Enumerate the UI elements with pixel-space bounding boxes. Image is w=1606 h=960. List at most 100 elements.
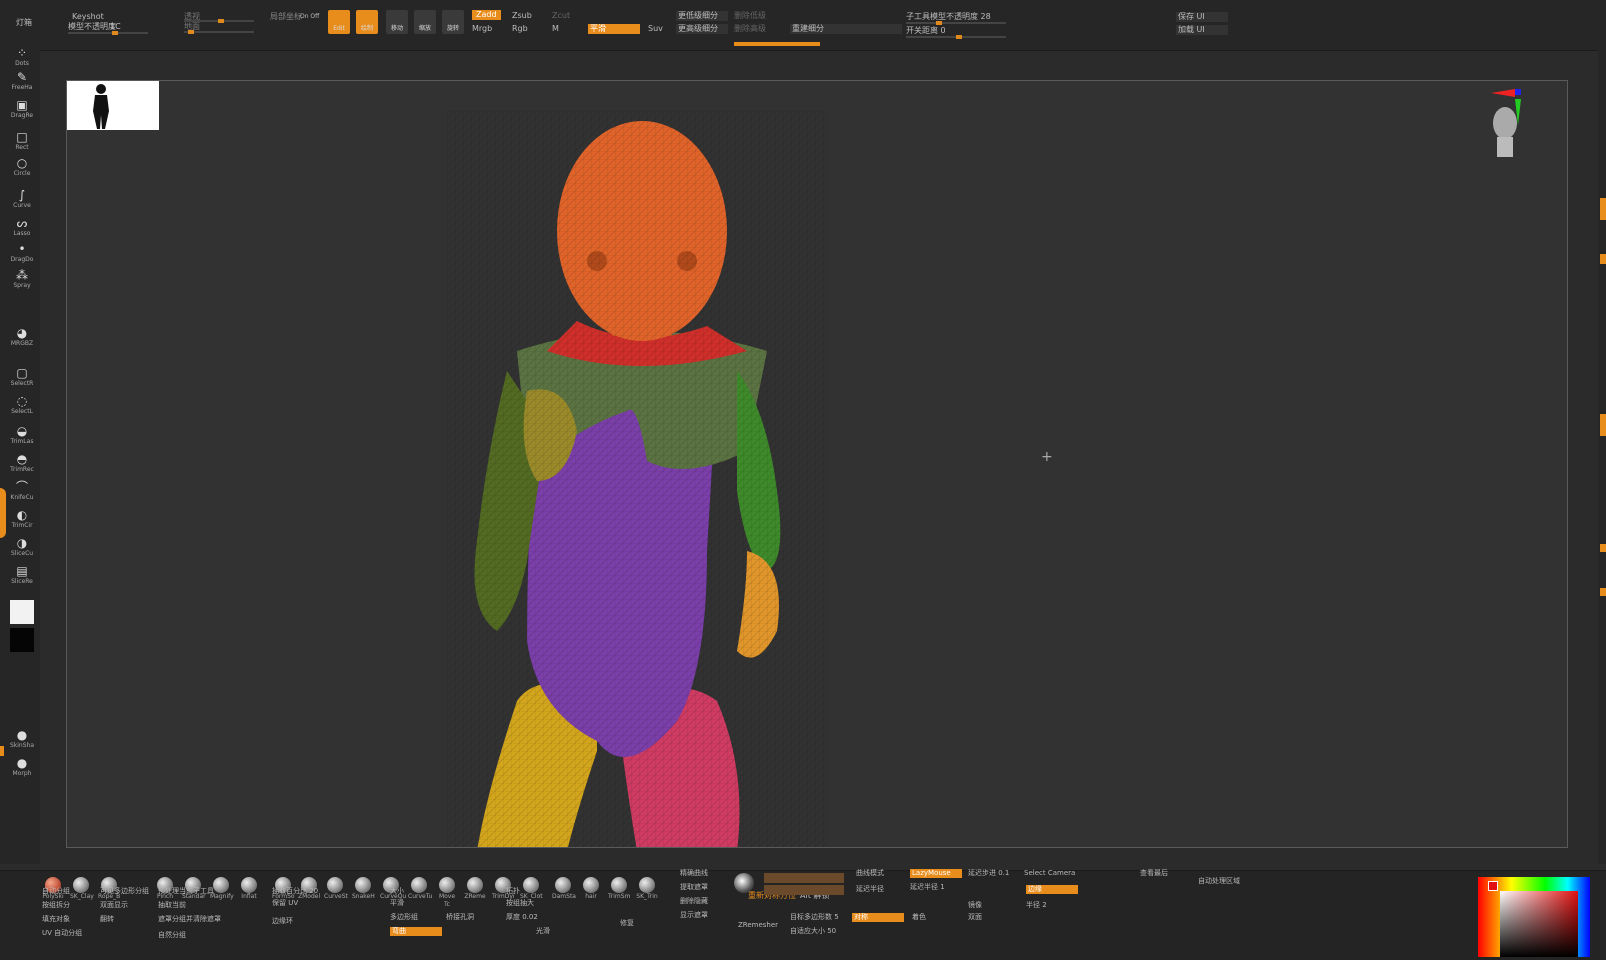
size-slider[interactable]: 大小 — [390, 887, 404, 896]
show-mask-button[interactable]: 显示遮罩 — [680, 911, 708, 920]
tool-skinshade[interactable]: ● SkinSha — [8, 728, 36, 749]
tool-slicecurve[interactable]: ◑ SliceCu — [8, 536, 36, 557]
extract-current-button[interactable]: 抽取当前 — [158, 901, 186, 910]
polygroup-button[interactable]: 多边形组 — [390, 913, 418, 922]
tool-selectrect[interactable]: ▢ SelectR — [8, 366, 36, 387]
character-model[interactable] — [447, 111, 827, 848]
color-picker-marker[interactable] — [1488, 881, 1498, 891]
higher-sub-button[interactable]: 更高级细分 — [676, 24, 728, 34]
tool-selectlasso[interactable]: ◌ SelectL — [8, 394, 36, 415]
right-shelf-active-2[interactable] — [1600, 254, 1606, 264]
orientation-gizmo-icon[interactable] — [1485, 85, 1545, 165]
color-picker[interactable] — [1478, 877, 1590, 957]
move-button[interactable]: 移动 — [386, 10, 408, 34]
lightbox-button[interactable]: 灯箱 — [16, 18, 32, 28]
draw-button[interactable]: 绘制 — [356, 10, 378, 34]
right-shelf-active[interactable] — [1600, 198, 1606, 220]
del-higher-button[interactable]: 删除高级 — [734, 24, 766, 34]
tool-freehand[interactable]: ✎ FreeHa — [8, 70, 36, 91]
main-color-swatch[interactable] — [10, 600, 34, 624]
preprocess-subtool-button[interactable]: 预处理当前子工具 — [158, 887, 214, 896]
mask-group-clear-button[interactable]: 遮罩分组并清除遮罩 — [158, 915, 221, 924]
brush-sk-trim[interactable]: SK_Trin — [636, 877, 658, 901]
double-sided-toggle[interactable]: 双面显示 — [100, 901, 128, 910]
tool-circle[interactable]: ○ Circle — [8, 156, 36, 177]
fill-object-button[interactable]: 填充对象 — [42, 915, 70, 924]
delete-hidden-button[interactable]: 删除隐藏 — [680, 897, 708, 906]
floor-slider[interactable] — [184, 30, 254, 34]
group-split-button[interactable]: 按组拆分 — [42, 901, 70, 910]
tool-slicerect[interactable]: ▤ SliceRe — [8, 564, 36, 585]
view-last-button[interactable]: 查看最后 — [1140, 869, 1168, 878]
smooth-sub-toggle[interactable]: 平滑 — [588, 24, 640, 34]
tool-mrgbz[interactable]: ◕ MRGBZ — [8, 326, 36, 347]
tool-knifecurve[interactable]: ⌒ KnifeCu — [8, 480, 36, 501]
autogroup-button[interactable]: 自动分组 — [42, 887, 70, 896]
double-button[interactable]: 双面 — [968, 913, 982, 922]
lazy-step-slider[interactable]: 延迟步进 0.1 — [968, 869, 1009, 878]
repair-button[interactable]: 修复 — [620, 919, 634, 928]
right-shelf-active-3[interactable] — [1600, 414, 1606, 436]
tool-dots[interactable]: ⁘ Dots — [8, 46, 36, 67]
tool-dragrect[interactable]: ▣ DragRe — [8, 98, 36, 119]
tool-spray[interactable]: ⁂ Spray — [8, 268, 36, 289]
target-poly-slider[interactable]: 目标多边形数 5 — [790, 913, 839, 922]
edit-button[interactable]: Edit — [328, 10, 350, 34]
brush-snakehook[interactable]: SnakeH — [352, 877, 375, 901]
tool-trimcircle[interactable]: ◐ TrimCir — [8, 508, 36, 529]
navigator-thumbnail[interactable] — [67, 81, 159, 130]
tool-curve[interactable]: ∫ Curve — [8, 188, 36, 209]
extract-mask-button[interactable]: 提取遮罩 — [680, 883, 708, 892]
natural-group-button[interactable]: 自然分组 — [158, 931, 186, 940]
flip-button[interactable]: 翻转 — [100, 915, 114, 924]
brush-curvetube[interactable]: CurveTu — [408, 877, 432, 901]
secondary-color-swatch[interactable] — [10, 628, 34, 652]
edge-toggle[interactable]: 边缘 — [1026, 885, 1078, 894]
bend-toggle[interactable]: 弯曲 — [390, 927, 442, 936]
select-camera-button[interactable]: Select Camera — [1024, 869, 1075, 878]
onoff-toggle[interactable]: On Off — [300, 12, 319, 22]
edge-loop-button[interactable]: 边缘环 — [272, 917, 293, 926]
reconstruct-button[interactable]: 重建细分 — [790, 24, 902, 34]
persp-slider[interactable] — [184, 19, 254, 23]
brush-sk-cloth[interactable]: SK_Clot — [520, 877, 543, 901]
lazymouse-toggle[interactable]: LazyMouse — [910, 869, 962, 878]
tool-dragdot[interactable]: • DragDo — [8, 242, 36, 263]
right-shelf-active-5[interactable] — [1600, 588, 1606, 596]
brush-hair[interactable]: hair — [580, 877, 602, 901]
keyshot-button[interactable]: Keyshot — [72, 12, 104, 22]
smooth-toggle[interactable]: 光滑 — [536, 927, 550, 936]
shade-toggle[interactable]: 着色 — [912, 913, 926, 922]
zsub-button[interactable]: Zsub — [512, 11, 532, 21]
mirror-button[interactable]: 镜像 — [968, 901, 982, 910]
switch-distance-slider[interactable] — [906, 35, 1006, 39]
tool-rect[interactable]: □ Rect — [8, 130, 36, 151]
color-picker-square[interactable] — [1500, 891, 1578, 957]
zcut-button[interactable]: Zcut — [552, 11, 570, 21]
brush-zremesher[interactable]: ZReme — [464, 877, 486, 901]
material-slot[interactable] — [764, 873, 844, 883]
viewport-canvas[interactable]: + — [66, 80, 1568, 848]
curve-mode-button[interactable]: 曲线模式 — [856, 869, 884, 878]
local-sym-label[interactable]: 局部坐标 — [270, 12, 302, 22]
topology-button[interactable]: 拓扑 — [506, 887, 520, 896]
tool-trimrect[interactable]: ◓ TrimRec — [8, 452, 36, 473]
extract-percent-slider[interactable]: 抽取百分比 20 — [272, 887, 318, 896]
brush-trimsmooth[interactable]: TrimSm — [608, 877, 630, 901]
tool-morph[interactable]: ● Morph — [8, 756, 36, 777]
lazy-radius-slider[interactable]: 延迟半径 1 — [910, 883, 945, 892]
m-button[interactable]: M — [552, 24, 559, 34]
keep-uv-toggle[interactable]: 保留 UV — [272, 899, 298, 908]
brush-sk-clay[interactable]: SK_Clay — [70, 877, 94, 901]
tool-lasso[interactable]: ᔕ Lasso — [8, 216, 36, 237]
uv-autogroup-button[interactable]: UV 自动分组 — [42, 929, 82, 938]
save-ui-button[interactable]: 保存 UI — [1176, 12, 1228, 22]
model-opacity-slider[interactable] — [68, 31, 148, 35]
right-shelf-active-4[interactable] — [1600, 544, 1606, 552]
rgb-button[interactable]: Rgb — [512, 24, 528, 34]
smooth-slider[interactable]: 平滑 — [390, 899, 404, 908]
mrgb-button[interactable]: Mrgb — [472, 24, 492, 34]
precise-curve-button[interactable]: 精确曲线 — [680, 869, 708, 878]
adaptive-size-slider[interactable]: 自适应大小 50 — [790, 927, 836, 936]
texture-slot[interactable] — [764, 885, 844, 895]
